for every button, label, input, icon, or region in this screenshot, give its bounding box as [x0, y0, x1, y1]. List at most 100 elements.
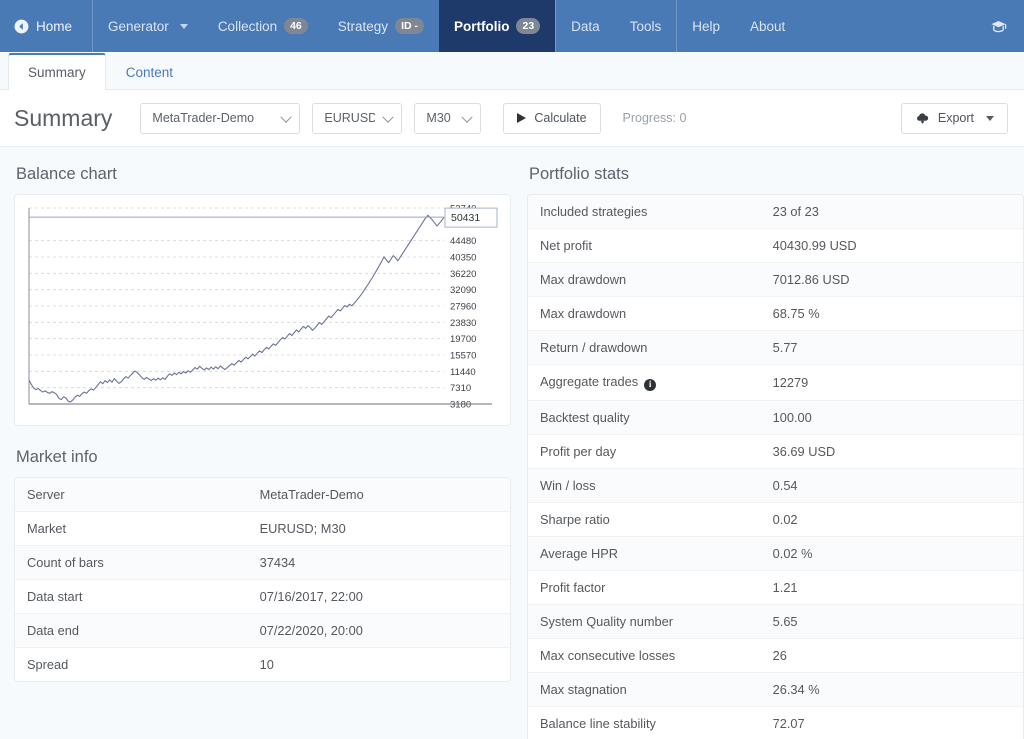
table-row: Max drawdown68.75 % [528, 297, 1023, 331]
portfolio-stat-key: Return / drawdown [528, 331, 761, 365]
nav-badge-portfolio: 23 [516, 18, 540, 34]
portfolio-stat-key: Win / loss [528, 468, 761, 502]
nav-group-primary: Home [0, 0, 92, 52]
portfolio-stat-value: 7012.86 USD [761, 263, 1023, 297]
chart-y-tick-label: 15570 [450, 351, 476, 362]
portfolio-stat-value: 72.07 [761, 706, 1023, 739]
chart-y-tick-label: 7310 [450, 383, 471, 394]
market-info-card: ServerMetaTrader-DemoMarketEURUSD; M30Co… [14, 477, 511, 682]
portfolio-stat-key: Max stagnation [528, 672, 761, 706]
progress-status: Progress: 0 [623, 111, 687, 125]
tab-summary[interactable]: Summary [8, 53, 106, 90]
chart-y-tick-label: 19700 [450, 334, 476, 345]
portfolio-stat-key: Profit per day [528, 434, 761, 468]
nav-item-data-label: Data [571, 19, 600, 34]
table-row: Profit per day36.69 USD [528, 434, 1023, 468]
chart-line-series [29, 215, 444, 402]
market-info-value: 07/16/2017, 22:00 [248, 580, 510, 614]
server-select[interactable]: MetaTrader-Demo [140, 103, 300, 134]
market-info-value: 37434 [248, 546, 510, 580]
nav-item-strategy-label: Strategy [338, 19, 388, 34]
nav-item-tools[interactable]: Tools [615, 0, 677, 52]
chart-y-tick-label: 40350 [450, 253, 476, 264]
tab-content[interactable]: Content [106, 53, 193, 90]
portfolio-stat-key: Sharpe ratio [528, 502, 761, 536]
export-button-label: Export [938, 111, 974, 125]
chart-y-tick-label: 23830 [450, 318, 476, 329]
portfolio-stat-key: Average HPR [528, 536, 761, 570]
table-row: Spread10 [15, 648, 510, 682]
portfolio-stats-table: Included strategies23 of 23Net profit404… [528, 195, 1023, 739]
portfolio-stat-value: 1.21 [761, 570, 1023, 604]
portfolio-stat-key: Balance line stability [528, 706, 761, 739]
symbol-select[interactable]: EURUSD [312, 103, 402, 134]
nav-item-collection[interactable]: Collection 46 [203, 0, 323, 52]
balance-chart-heading: Balance chart [16, 165, 511, 184]
timeframe-select[interactable]: M30 [414, 103, 481, 134]
portfolio-stat-key: Max drawdown [528, 263, 761, 297]
timeframe-select-wrap: M30 [414, 103, 481, 134]
tab-content-label: Content [126, 65, 173, 80]
nav-group-data-tools: Data Tools [556, 0, 676, 52]
chart-y-tick-label: 44480 [450, 236, 476, 247]
nav-item-strategy[interactable]: Strategy ID - [323, 0, 439, 52]
table-row: Count of bars37434 [15, 546, 510, 580]
market-info-value: 07/22/2020, 20:00 [248, 614, 510, 648]
nav-item-generator-label: Generator [108, 19, 169, 34]
table-row: Backtest quality100.00 [528, 400, 1023, 434]
nav-item-about-label: About [750, 19, 785, 34]
info-icon[interactable]: i [644, 379, 656, 391]
nav-item-home-label: Home [36, 19, 72, 34]
portfolio-stat-key: System Quality number [528, 604, 761, 638]
table-row: Data start07/16/2017, 22:00 [15, 580, 510, 614]
chart-y-tick-label: 11440 [450, 367, 476, 378]
nav-item-about[interactable]: About [735, 0, 800, 52]
chevron-down-icon [986, 116, 994, 121]
portfolio-stat-value: 100.00 [761, 400, 1023, 434]
nav-group-help: Help About [677, 0, 800, 52]
play-icon [517, 113, 526, 123]
table-row: Sharpe ratio0.02 [528, 502, 1023, 536]
chart-y-tick-label: 3180 [450, 400, 471, 411]
nav-item-data[interactable]: Data [556, 0, 615, 52]
market-info-key: Spread [15, 648, 248, 682]
market-info-key: Server [15, 478, 248, 512]
nav-item-tools-label: Tools [630, 19, 662, 34]
nav-item-home[interactable]: Home [0, 0, 92, 52]
nav-item-portfolio[interactable]: Portfolio 23 [439, 0, 555, 52]
nav-group-modules: Generator Collection 46 Strategy ID - Po… [93, 0, 555, 52]
table-row: Max stagnation26.34 % [528, 672, 1023, 706]
nav-badge-collection: 46 [284, 18, 308, 34]
table-row: Balance line stability72.07 [528, 706, 1023, 739]
nav-item-help[interactable]: Help [677, 0, 735, 52]
market-info-value: EURUSD; M30 [248, 512, 510, 546]
balance-chart[interactable]: 3180731011440155701970023830279603209036… [23, 204, 504, 418]
portfolio-stat-key: Max consecutive losses [528, 638, 761, 672]
nav-spacer [800, 0, 989, 52]
table-row: Data end07/22/2020, 20:00 [15, 614, 510, 648]
graduation-cap-icon[interactable] [989, 17, 1008, 36]
main-navbar: Home Generator Collection 46 Strategy ID… [0, 0, 1024, 52]
back-circle-icon [14, 19, 29, 34]
portfolio-stat-key: Backtest quality [528, 400, 761, 434]
nav-item-help-label: Help [692, 19, 720, 34]
chart-value-tooltip-label: 50431 [451, 212, 480, 224]
export-button[interactable]: Export [901, 103, 1008, 134]
portfolio-stat-value: 26.34 % [761, 672, 1023, 706]
table-row: Net profit40430.99 USD [528, 229, 1023, 263]
calculate-button-label: Calculate [534, 111, 586, 125]
portfolio-stat-value: 5.65 [761, 604, 1023, 638]
server-select-wrap: MetaTrader-Demo [140, 103, 300, 134]
nav-corner-actions[interactable] [989, 0, 1024, 52]
cloud-download-icon [915, 111, 930, 126]
nav-badge-strategy: ID - [395, 18, 424, 34]
table-row: MarketEURUSD; M30 [15, 512, 510, 546]
calculate-button[interactable]: Calculate [503, 103, 600, 134]
main-content: Balance chart 3180 7310 11440 15570 19700 238… [0, 147, 1024, 739]
chart-y-tick-label: 32090 [450, 285, 476, 296]
nav-item-generator[interactable]: Generator [93, 0, 203, 52]
portfolio-stat-value: 40430.99 USD [761, 229, 1023, 263]
portfolio-stat-value: 0.02 % [761, 536, 1023, 570]
page-toolbar: Summary MetaTrader-Demo EURUSD M30 Calcu… [0, 90, 1024, 147]
market-info-table: ServerMetaTrader-DemoMarketEURUSD; M30Co… [15, 478, 510, 681]
